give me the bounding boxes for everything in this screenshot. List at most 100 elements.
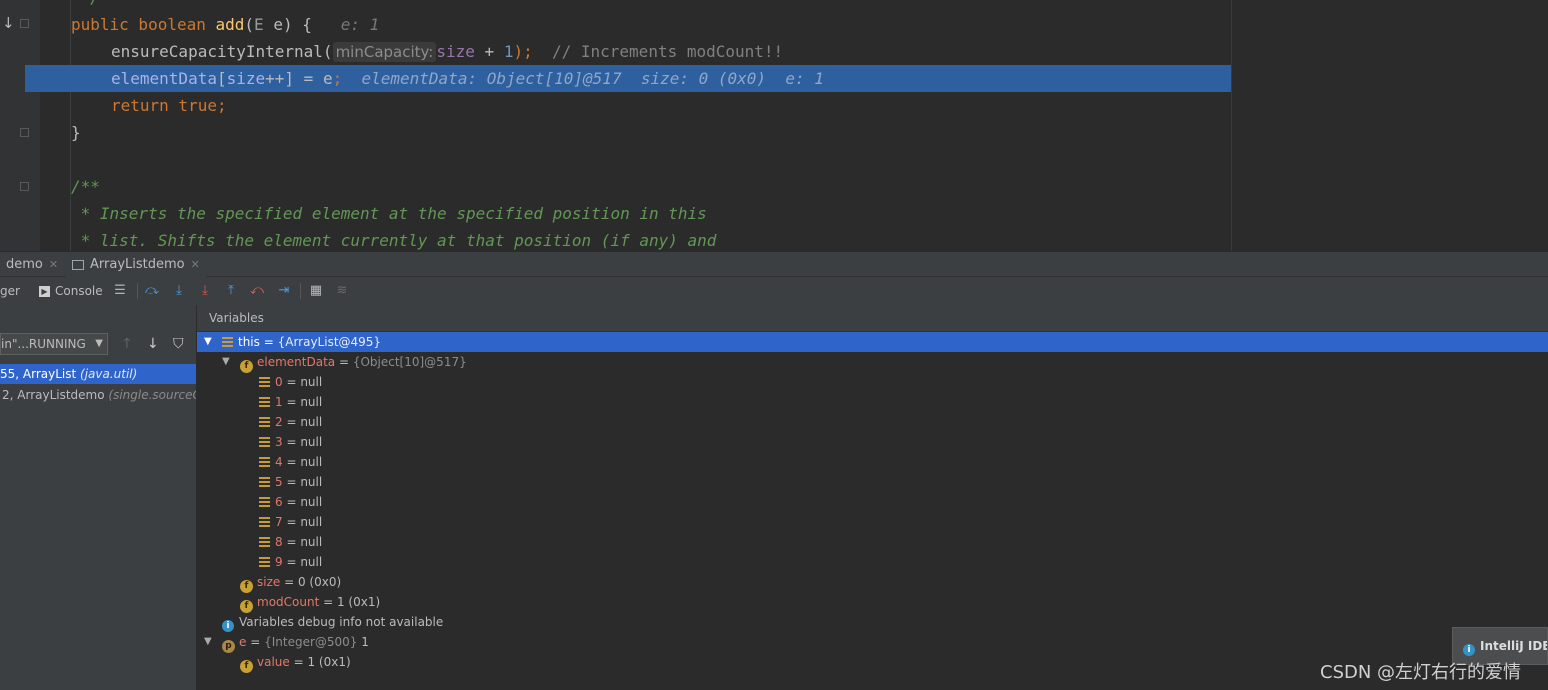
code-line[interactable]: ensureCapacityInternal(minCapacity: size …: [0, 38, 1548, 65]
code-line[interactable]: }: [0, 119, 1548, 146]
debugger-toolbar: ger ▶ Console ☰ ⤼ ⤓ ⤓ ⤒ ⤺ ⇥ ▦ ≋: [0, 277, 1548, 306]
code-doc-comment: * Inserts the specified element at the s…: [71, 204, 707, 223]
code-field: size: [226, 69, 266, 88]
variable-row-modcount[interactable]: f modCount = 1 (0x1): [197, 592, 1548, 613]
variable-name: 7: [275, 515, 283, 529]
variable-name: 6: [275, 495, 283, 509]
arrow-down-icon[interactable]: ↓: [147, 336, 159, 352]
variable-type: {ArrayList@495}: [277, 335, 382, 349]
chevron-down-icon[interactable]: ▼: [222, 352, 230, 372]
code-text: e) {: [263, 15, 312, 34]
variable-name: 2: [275, 415, 283, 429]
variable-row-this[interactable]: ▼ this = {ArrayList@495}: [197, 332, 1548, 352]
variable-value: = null: [282, 415, 323, 429]
variable-row-array-item[interactable]: 4 = null: [197, 452, 1548, 472]
variable-value: = 1 (0x1): [319, 595, 381, 609]
variable-row-array-item[interactable]: 6 = null: [197, 492, 1548, 512]
show-execution-point-icon[interactable]: ⤼: [143, 282, 161, 300]
variable-row-array-item[interactable]: 2 = null: [197, 412, 1548, 432]
step-into-icon[interactable]: ⤓: [196, 282, 214, 300]
close-icon[interactable]: ✕: [191, 253, 200, 277]
code-editor[interactable]: ↓ */ public boolean add(E e) { e: 1 ensu…: [0, 0, 1548, 251]
toolbar-separator: [300, 283, 301, 299]
info-message: Variables debug info not available: [239, 615, 444, 629]
code-line[interactable]: * list. Shifts the element currently at …: [0, 227, 1548, 251]
variable-value: = null: [282, 455, 323, 469]
variable-value: = null: [282, 555, 323, 569]
thread-select[interactable]: in"...RUNNING ▼: [0, 333, 108, 355]
code-line[interactable]: /**: [0, 173, 1548, 200]
variable-row-e[interactable]: ▼ pe = {Integer@500} 1: [197, 632, 1548, 653]
array-element-icon: [259, 497, 270, 507]
variable-row-array-item[interactable]: 5 = null: [197, 472, 1548, 492]
code-method-name: add: [215, 15, 245, 34]
array-element-icon: [259, 537, 270, 547]
variable-row-elementdata[interactable]: ▼ f elementData = {Object[10]@517}: [197, 352, 1548, 373]
trace-icon[interactable]: ≋: [333, 282, 351, 300]
code-doc-comment: * list. Shifts the element currently at …: [71, 231, 717, 250]
evaluate-expression-icon[interactable]: ▦: [307, 282, 325, 300]
code-type: E: [254, 15, 264, 34]
toolbar-separator: [137, 283, 138, 299]
chevron-down-icon[interactable]: ▼: [204, 332, 212, 352]
array-element-icon: [259, 457, 270, 467]
variable-value: = null: [282, 435, 323, 449]
variable-row-array-item[interactable]: 8 = null: [197, 532, 1548, 552]
code-line[interactable]: return true;: [0, 92, 1548, 119]
run-to-cursor-icon[interactable]: ⇥: [275, 282, 293, 300]
variables-header: Variables: [197, 305, 1548, 332]
variable-row-array-item[interactable]: 1 = null: [197, 392, 1548, 412]
code-keyword: public boolean: [71, 15, 216, 34]
chevron-down-icon[interactable]: ▼: [204, 632, 212, 652]
tab-arraylistdemo[interactable]: ArrayListdemo ✕: [66, 252, 206, 280]
code-keyword: return true: [111, 96, 217, 115]
code-line[interactable]: public boolean add(E e) { e: 1: [0, 11, 1548, 38]
frame-package: (java.util): [80, 367, 138, 381]
tab-label: demo: [6, 256, 43, 272]
code-comment: // Increments modCount!!: [551, 42, 784, 61]
execution-point-line[interactable]: elementData[size++] = e; elementData: Ob…: [25, 65, 1231, 92]
variable-row-size[interactable]: f size = 0 (0x0): [197, 572, 1548, 593]
code-line[interactable]: * Inserts the specified element at the s…: [0, 200, 1548, 227]
frame-item[interactable]: 2, ArrayListdemo (single.sourceC: [0, 385, 196, 405]
tab-label: ArrayListdemo: [90, 256, 185, 272]
code-line[interactable]: */: [0, 0, 1548, 11]
tab-debugger[interactable]: ger: [0, 277, 20, 305]
tab-label: Console: [55, 284, 103, 298]
array-element-icon: [259, 437, 270, 447]
arrow-up-icon[interactable]: ↑: [121, 336, 133, 352]
tab-label: ger: [0, 284, 20, 298]
variable-name: 5: [275, 475, 283, 489]
code-text: (: [244, 15, 255, 34]
array-element-icon: [259, 517, 270, 527]
code-number: 1: [503, 42, 514, 61]
variable-value: = 1 (0x1): [289, 655, 351, 669]
code-text: ++] = e: [265, 69, 333, 88]
tab-demo[interactable]: demo ✕: [0, 252, 64, 277]
variable-row-array-item[interactable]: 9 = null: [197, 552, 1548, 572]
drop-frame-icon[interactable]: ⤺: [248, 282, 266, 300]
variable-row-array-item[interactable]: 0 = null: [197, 372, 1548, 392]
variable-name: size: [257, 575, 281, 589]
step-out-icon[interactable]: ⤒: [222, 282, 240, 300]
inline-debug-hint: e: 1: [340, 15, 380, 34]
variable-value: 1: [357, 635, 369, 649]
step-over-icon[interactable]: ⤓: [170, 282, 188, 300]
field-icon: f: [240, 660, 253, 673]
frame-item[interactable]: 55, ArrayList (java.util): [0, 364, 196, 384]
variable-type: {Object[10]@517}: [352, 355, 467, 369]
variable-row-array-item[interactable]: 3 = null: [197, 432, 1548, 452]
variable-row-array-item[interactable]: 7 = null: [197, 512, 1548, 532]
code-text: ;: [332, 69, 343, 88]
close-icon[interactable]: ✕: [49, 253, 58, 277]
tab-console[interactable]: ▶ Console: [39, 277, 103, 305]
frame-package: (single.sourceC: [108, 388, 196, 402]
console-icon: ▶: [39, 285, 50, 297]
filter-icon[interactable]: ⛉: [173, 336, 184, 352]
info-icon: i: [222, 620, 234, 632]
layout-icon[interactable]: ☰: [111, 282, 129, 300]
variable-name: value: [257, 655, 290, 669]
code-doc-comment: /**: [71, 177, 100, 196]
variable-name: 8: [275, 535, 283, 549]
notification-title: IntelliJ IDE: [1480, 639, 1548, 653]
